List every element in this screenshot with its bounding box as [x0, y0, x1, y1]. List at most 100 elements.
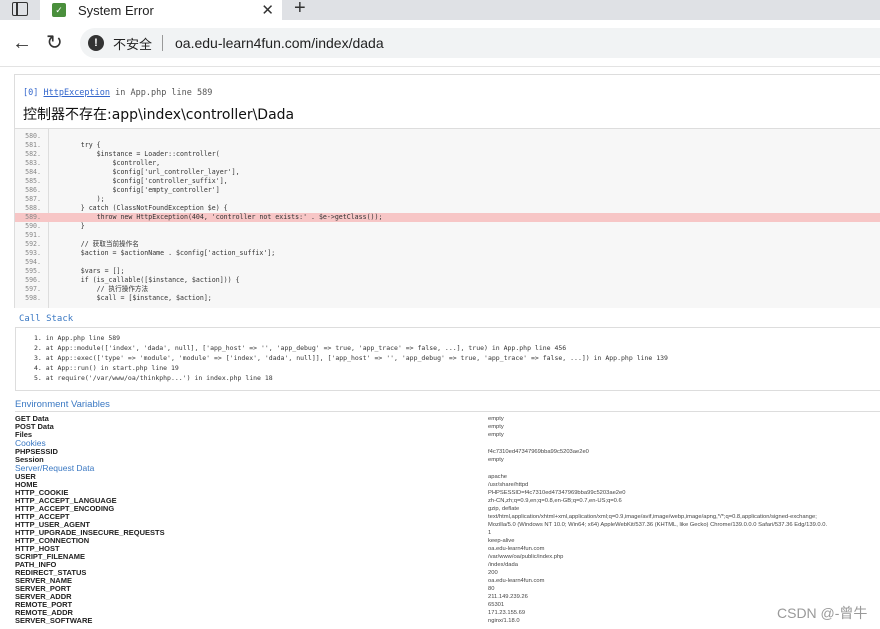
code-line: 585. $config['controller_suffix'], — [15, 177, 880, 186]
url-input[interactable]: ! 不安全 oa.edu-learn4fun.com/index/dada — [80, 28, 880, 58]
env-value: keep-alive — [488, 538, 515, 544]
exception-message: 控制器不存在:app\index\controller\Dada — [23, 107, 295, 123]
environment-row: HTTP_ACCEPT text/html,application/xhtml+x… — [15, 513, 880, 521]
code-text: $action = $actionName . $config['action_… — [49, 249, 276, 257]
code-line: 586. $config['empty_controller'] — [15, 186, 880, 195]
callstack-title: Call Stack — [19, 314, 74, 324]
line-number: 589. — [25, 213, 41, 221]
code-text: $call = [$instance, $action]; — [49, 294, 212, 302]
env-value: /var/www/oa/public/index.php — [488, 554, 564, 560]
insecure-label[interactable]: 不安全 — [113, 34, 152, 53]
environment-row: GET Data empty — [15, 415, 880, 423]
code-line: 588. } catch (ClassNotFoundException $e)… — [15, 204, 880, 213]
environment-row: HTTP_ACCEPT_LANGUAGE zh-CN,zh;q=0.9,en;q=… — [15, 497, 880, 505]
env-value: 200 — [488, 570, 498, 576]
callstack-panel: 1. in App.php line 5892. at App::module(… — [15, 327, 880, 391]
callstack-item: 4. at App::run() in start.php line 19 — [34, 364, 179, 372]
environment-row: SCRIPT_FILENAME/var/www/oa/public/index.… — [15, 553, 880, 561]
environment-row: USER apache — [15, 473, 880, 481]
line-number: 596. — [25, 276, 41, 284]
env-value: PHPSESSID=f4c7310ed47347969bba99c5203ae2… — [488, 490, 626, 496]
code-line: 587. ); — [15, 195, 880, 204]
env-key: SERVER_SOFTWARE — [15, 616, 93, 625]
code-line: 594. — [15, 258, 880, 267]
new-tab-icon[interactable]: + — [294, 0, 306, 20]
env-value: 171.23.155.69 — [488, 610, 526, 616]
line-number: 588. — [25, 204, 41, 212]
callstack-item: 2. at App::module(['index', 'dada', null… — [34, 344, 567, 352]
exception-class-link[interactable]: HttpException — [43, 88, 110, 98]
callstack-item: 3. at App::exec(['type' => 'module', 'mo… — [34, 354, 668, 362]
env-value: oa.edu-learn4fun.com — [488, 546, 545, 552]
code-line: 581. try { — [15, 141, 880, 150]
code-text: $config['empty_controller'] — [49, 186, 220, 194]
environment-row: POST Data empty — [15, 423, 880, 431]
line-number: 583. — [25, 159, 41, 167]
line-number: 595. — [25, 267, 41, 275]
line-number: 593. — [25, 249, 41, 257]
env-value: text/html,application/xhtml+xml,applicat… — [488, 514, 817, 520]
back-icon[interactable]: ← — [12, 32, 32, 55]
environment-row: SERVER_SOFTWARE nginx/1.18.0 — [15, 617, 880, 625]
env-value: apache — [488, 474, 508, 480]
env-value: gzip, deflate — [488, 506, 520, 512]
env-value: zh-CN,zh;q=0.9,en;q=0.8,en-GB;q=0.7,en-U… — [488, 498, 622, 504]
line-number: 590. — [25, 222, 41, 230]
code-line: 598. $call = [$instance, $action]; — [15, 294, 880, 303]
environment-row: PATH_INFO/index/dada — [15, 561, 880, 569]
callstack-item: 5. at require('/var/www/oa/thinkphp...')… — [34, 374, 273, 382]
code-text: } catch (ClassNotFoundException $e) { — [49, 204, 228, 212]
code-text: $config['url_controller_layer'], — [49, 168, 240, 176]
site-favicon: ✓ — [52, 3, 66, 17]
environment-row: HTTP_CONNECTION keep-alive — [15, 537, 880, 545]
tab-bar: ✓ System Error ✕ + — [0, 0, 880, 20]
code-line: 583. $controller, — [15, 159, 880, 168]
environment-row: Files empty — [15, 431, 880, 439]
url-text[interactable]: oa.edu-learn4fun.com/index/dada — [175, 35, 384, 51]
code-text: throw new HttpException(404, 'controller… — [49, 213, 383, 221]
reload-icon[interactable]: ↻ — [46, 30, 63, 55]
line-number: 580. — [25, 132, 41, 140]
code-text: try { — [49, 141, 101, 149]
code-line: 592. // 获取当前操作名 — [15, 240, 880, 249]
code-line: 590. } — [15, 222, 880, 231]
env-value: oa.edu-learn4fun.com — [488, 578, 545, 584]
close-icon[interactable]: ✕ — [261, 1, 274, 19]
environment-row: HTTP_ACCEPT_ENCODING gzip, deflate — [15, 505, 880, 513]
code-line: 580. — [15, 132, 880, 141]
code-text: // 执行操作方法 — [49, 285, 149, 293]
line-number: 598. — [25, 294, 41, 302]
sidebar-toggle-icon[interactable] — [12, 2, 28, 16]
environment-row: SERVER_ADDR 211.149.239.26 — [15, 593, 880, 601]
env-value: empty — [488, 416, 504, 422]
environment-row: HTTP_HOST oa.edu-learn4fun.com — [15, 545, 880, 553]
watermark: CSDN @-曾牛 — [777, 605, 868, 621]
divider — [15, 411, 880, 412]
environment-row: REDIRECT_STATUS 200 — [15, 569, 880, 577]
callstack-item: 1. in App.php line 589 — [34, 334, 121, 342]
line-number: 585. — [25, 177, 41, 185]
env-value: nginx/1.18.0 — [488, 618, 520, 624]
exception-index: [0] — [23, 88, 39, 98]
environment-row: PHPSESSID f4c7310ed47347969bba99c5203ae2e… — [15, 448, 880, 456]
line-number: 586. — [25, 186, 41, 194]
environment-row: HTTP_UPGRADE_INSECURE_REQUESTS 1 — [15, 529, 880, 537]
tab-title: System Error — [78, 2, 154, 18]
code-text: ); — [49, 195, 105, 203]
env-value: empty — [488, 424, 504, 430]
line-number: 594. — [25, 258, 41, 266]
divider — [162, 35, 164, 51]
warning-icon[interactable]: ! — [88, 35, 104, 51]
environment-title: Environment Variables — [15, 399, 110, 410]
line-number: 581. — [25, 141, 41, 149]
line-number: 591. — [25, 231, 41, 239]
code-text: // 获取当前操作名 — [49, 240, 139, 248]
exception-header: [0] HttpException in App.php line 589 — [23, 88, 212, 98]
line-number: 597. — [25, 285, 41, 293]
code-line: 595. $vars = []; — [15, 267, 880, 276]
environment-row: HOME/usr/share/httpd — [15, 481, 880, 489]
address-bar: ← ↻ ! 不安全 oa.edu-learn4fun.com/index/dad… — [0, 20, 880, 67]
line-number: 582. — [25, 150, 41, 158]
env-value: /usr/share/httpd — [488, 482, 529, 488]
tab-system-error[interactable]: ✓ System Error ✕ — [40, 0, 282, 20]
